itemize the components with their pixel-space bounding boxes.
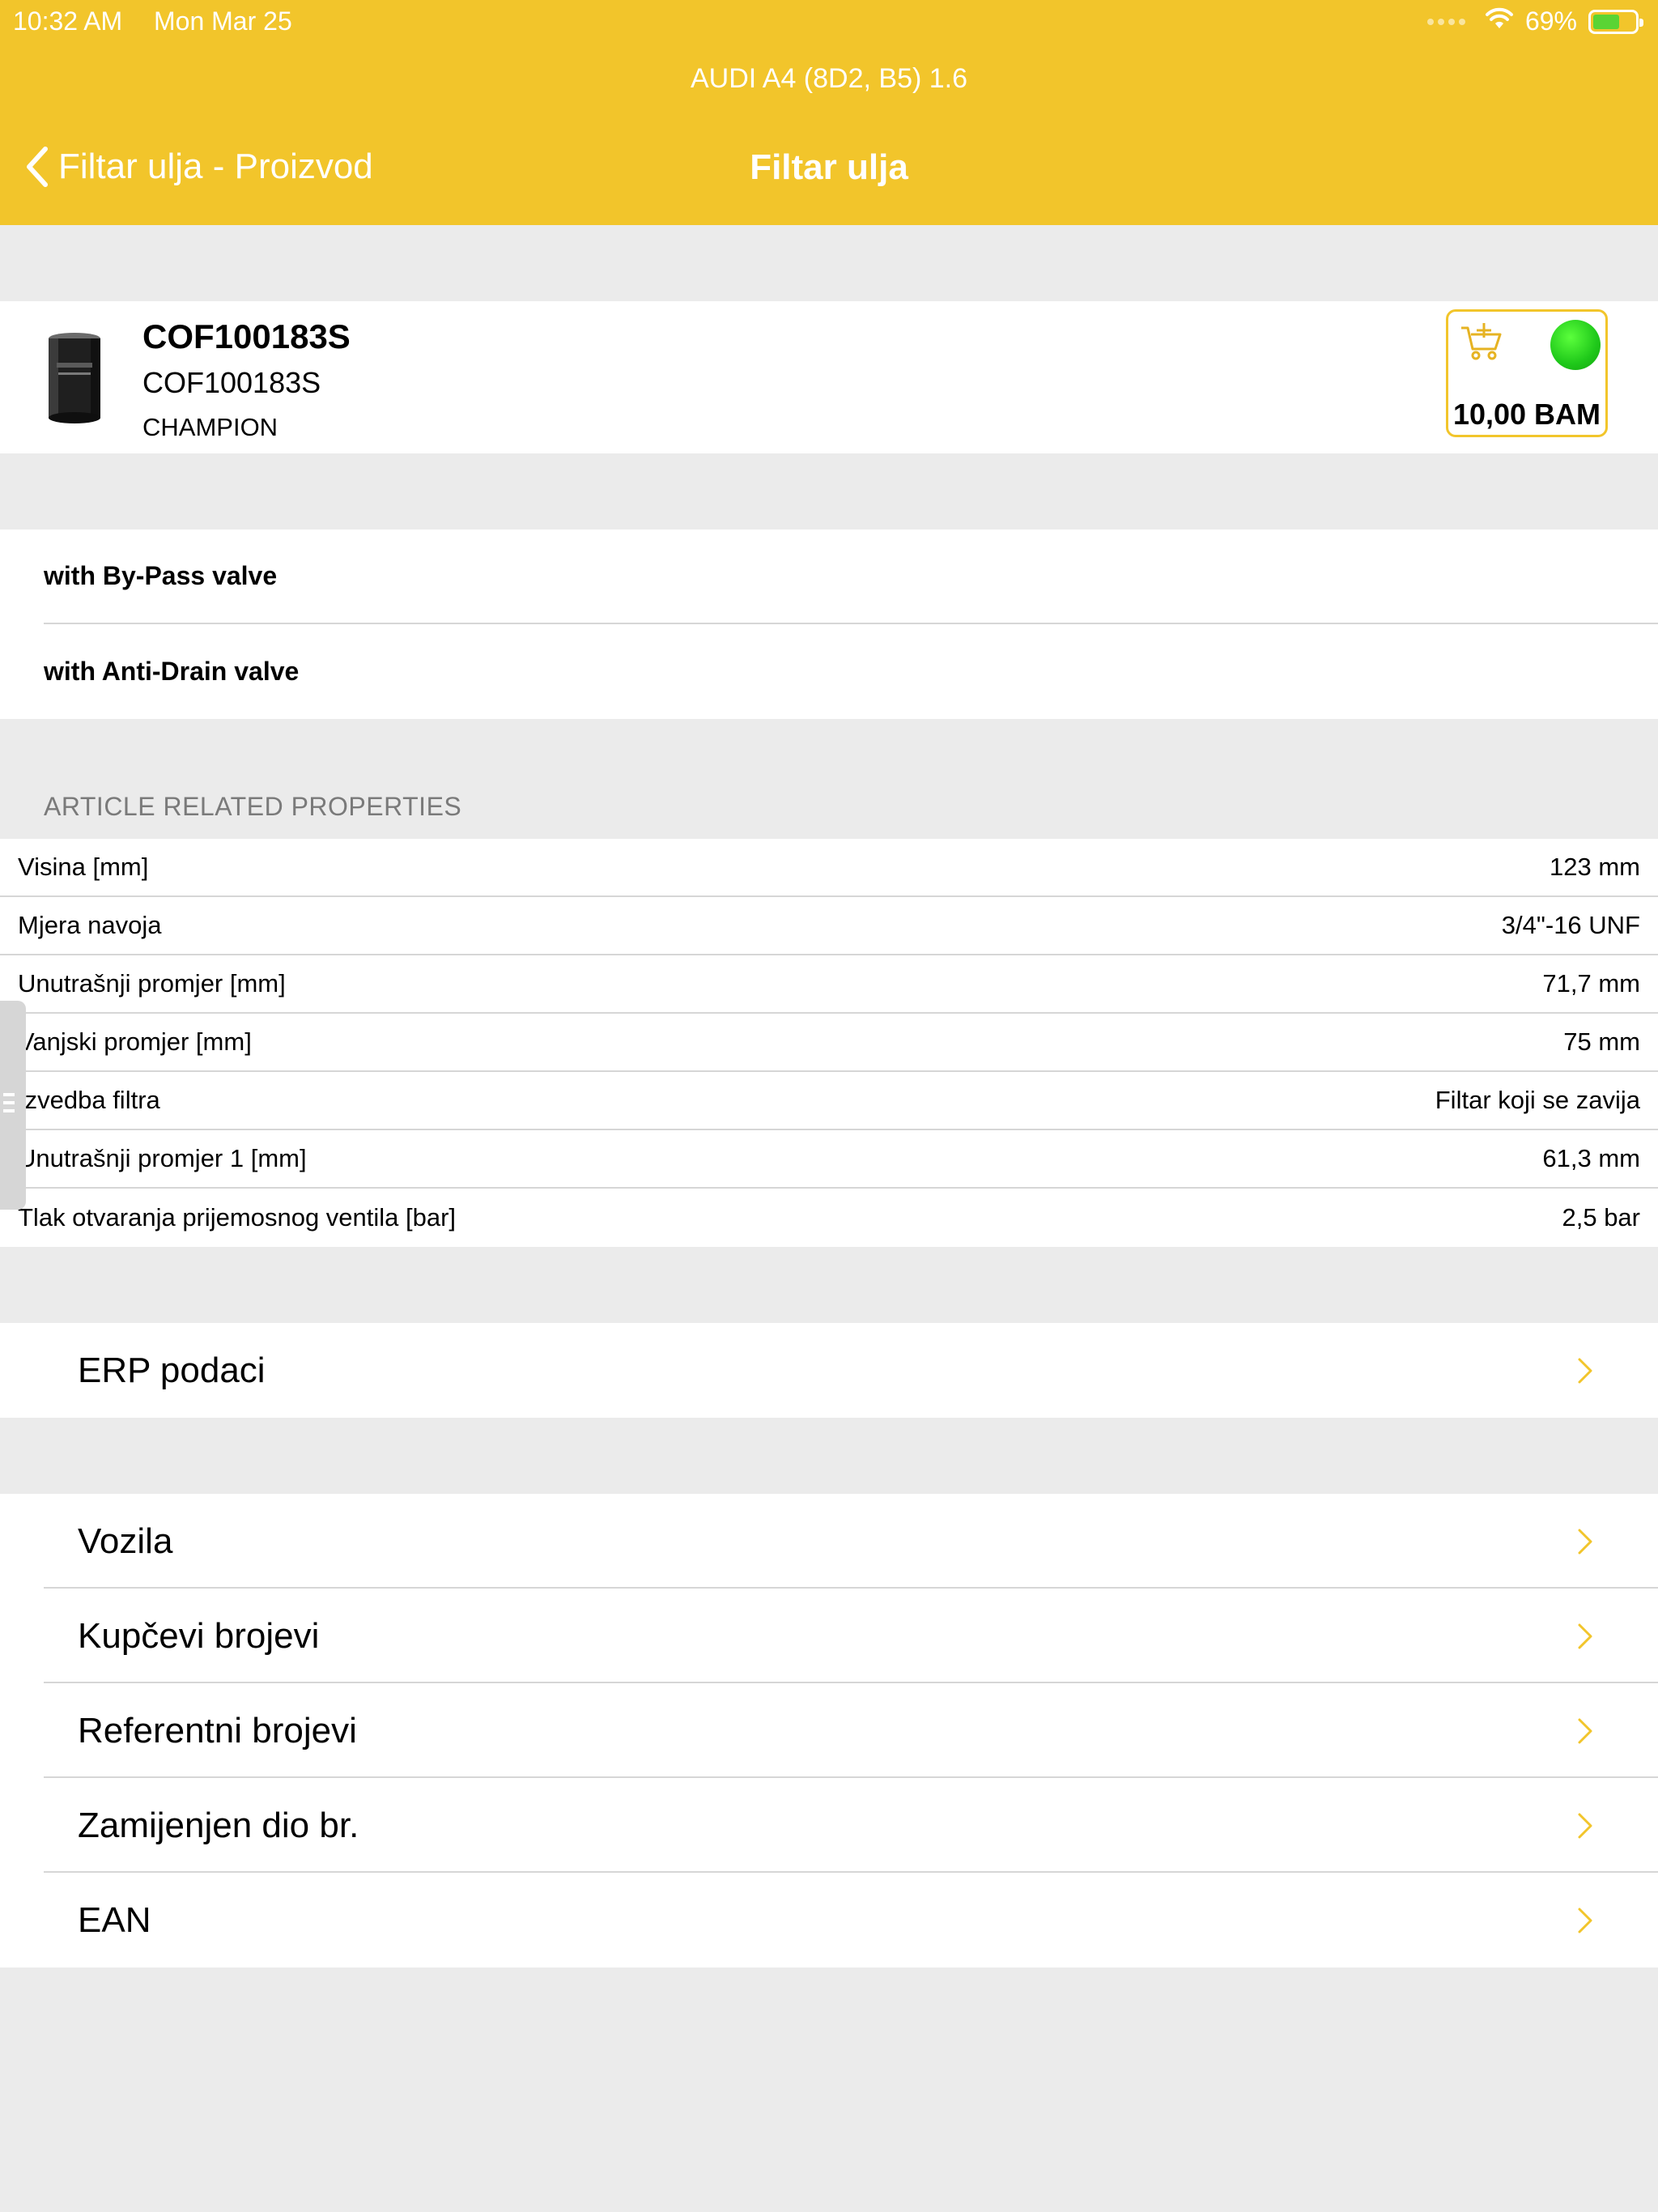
back-button-label: Filtar ulja - Proizvod xyxy=(58,147,373,186)
chevron-right-icon xyxy=(1578,1718,1592,1744)
wifi-icon xyxy=(1485,6,1514,36)
status-date: Mon Mar 25 xyxy=(154,6,292,36)
feature-item: with Anti-Drain valve xyxy=(44,624,1658,719)
cellular-signal-icon xyxy=(1426,18,1465,25)
status-bar: 10:32 AM Mon Mar 25 69% xyxy=(0,0,1658,44)
menu-item-label: Zamijenjen dio br. xyxy=(78,1805,359,1845)
chevron-left-icon xyxy=(27,147,48,187)
menu-item-label: ERP podaci xyxy=(78,1350,266,1390)
vehicle-title: AUDI A4 (8D2, B5) 1.6 xyxy=(690,63,968,94)
menu-item-label: EAN xyxy=(78,1899,151,1940)
property-row: Mjera navoja 3/4"-16 UNF xyxy=(0,897,1658,955)
app-header: 10:32 AM Mon Mar 25 69% AUDI A4 (8D2, B5… xyxy=(0,0,1658,225)
battery-percent: 69% xyxy=(1524,6,1577,36)
feature-label: with Anti-Drain valve xyxy=(44,657,300,686)
property-name: Vanjski promjer [mm] xyxy=(18,1027,252,1056)
erp-menu-group: ERP podaci xyxy=(0,1323,1658,1418)
property-name: Visina [mm] xyxy=(18,853,149,881)
menu-item-referentni-brojevi[interactable]: Referentni brojevi xyxy=(0,1683,1658,1778)
property-row: Unutrašnji promjer 1 [mm] 61,3 mm xyxy=(0,1130,1658,1189)
menu-item-label: Vozila xyxy=(78,1521,173,1561)
product-detail-page: 10:32 AM Mon Mar 25 69% AUDI A4 (8D2, B5… xyxy=(0,0,1658,2212)
product-image xyxy=(40,330,108,428)
status-time: 10:32 AM xyxy=(13,6,123,36)
properties-section-title: ARTICLE RELATED PROPERTIES xyxy=(44,792,462,821)
menu-item-ean[interactable]: EAN xyxy=(0,1873,1658,1967)
product-price: 10,00 BAM xyxy=(1452,398,1601,431)
menu-item-vozila[interactable]: Vozila xyxy=(0,1494,1658,1589)
property-row: Unutrašnji promjer [mm] 71,7 mm xyxy=(0,955,1658,1014)
product-name: COF100183S xyxy=(142,317,351,355)
back-button[interactable]: Filtar ulja - Proizvod xyxy=(24,146,373,188)
property-name: Unutrašnji promjer 1 [mm] xyxy=(18,1144,307,1172)
property-row: Tlak otvaranja prijemosnog ventila [bar]… xyxy=(0,1189,1658,1247)
chevron-right-icon xyxy=(1578,1358,1592,1384)
property-value: 71,7 mm xyxy=(1542,969,1640,998)
side-drawer-handle[interactable] xyxy=(0,1001,26,1210)
menu-item-label: Kupčevi brojevi xyxy=(78,1615,320,1656)
product-card: COF100183S COF100183S CHAMPION 10,00 BAM xyxy=(0,301,1658,453)
property-row: Izvedba filtra Filtar koji se zavija xyxy=(0,1072,1658,1130)
property-name: Mjera navoja xyxy=(18,911,162,939)
menu-item-zamijenjen-dio[interactable]: Zamijenjen dio br. xyxy=(0,1778,1658,1873)
add-to-cart-button[interactable]: 10,00 BAM xyxy=(1446,309,1608,437)
property-name: Izvedba filtra xyxy=(18,1086,160,1114)
product-brand: CHAMPION xyxy=(142,413,278,441)
chevron-right-icon xyxy=(1578,1813,1592,1839)
status-indicators: 69% xyxy=(1426,6,1643,36)
property-value: 61,3 mm xyxy=(1542,1144,1640,1172)
property-value: 75 mm xyxy=(1563,1027,1640,1056)
property-value: Filtar koji se zavija xyxy=(1435,1086,1640,1114)
chevron-right-icon xyxy=(1578,1623,1592,1649)
references-menu-group: Vozila Kupčevi brojevi Referentni brojev… xyxy=(0,1494,1658,1967)
stock-status-indicator xyxy=(1550,320,1601,370)
product-code: COF100183S xyxy=(142,366,321,399)
property-value: 123 mm xyxy=(1550,853,1640,881)
feature-item: with By-Pass valve xyxy=(44,530,1658,624)
menu-item-erp-podaci[interactable]: ERP podaci xyxy=(0,1323,1658,1418)
property-value: 3/4"-16 UNF xyxy=(1501,911,1640,939)
battery-icon xyxy=(1588,9,1643,34)
feature-label: with By-Pass valve xyxy=(44,561,278,590)
property-value: 2,5 bar xyxy=(1562,1203,1640,1231)
chevron-right-icon xyxy=(1578,1908,1592,1933)
property-name: Unutrašnji promjer [mm] xyxy=(18,969,286,998)
properties-table: Visina [mm] 123 mm Mjera navoja 3/4"-16 … xyxy=(0,839,1658,1247)
menu-item-label: Referentni brojevi xyxy=(78,1710,357,1750)
product-features: with By-Pass valve with Anti-Drain valve xyxy=(0,530,1658,719)
property-row: Vanjski promjer [mm] 75 mm xyxy=(0,1014,1658,1072)
property-row: Visina [mm] 123 mm xyxy=(0,839,1658,897)
menu-item-kupcevi-brojevi[interactable]: Kupčevi brojevi xyxy=(0,1589,1658,1683)
property-name: Tlak otvaranja prijemosnog ventila [bar] xyxy=(18,1203,457,1231)
add-to-cart-icon xyxy=(1460,321,1503,366)
chevron-right-icon xyxy=(1578,1529,1592,1555)
